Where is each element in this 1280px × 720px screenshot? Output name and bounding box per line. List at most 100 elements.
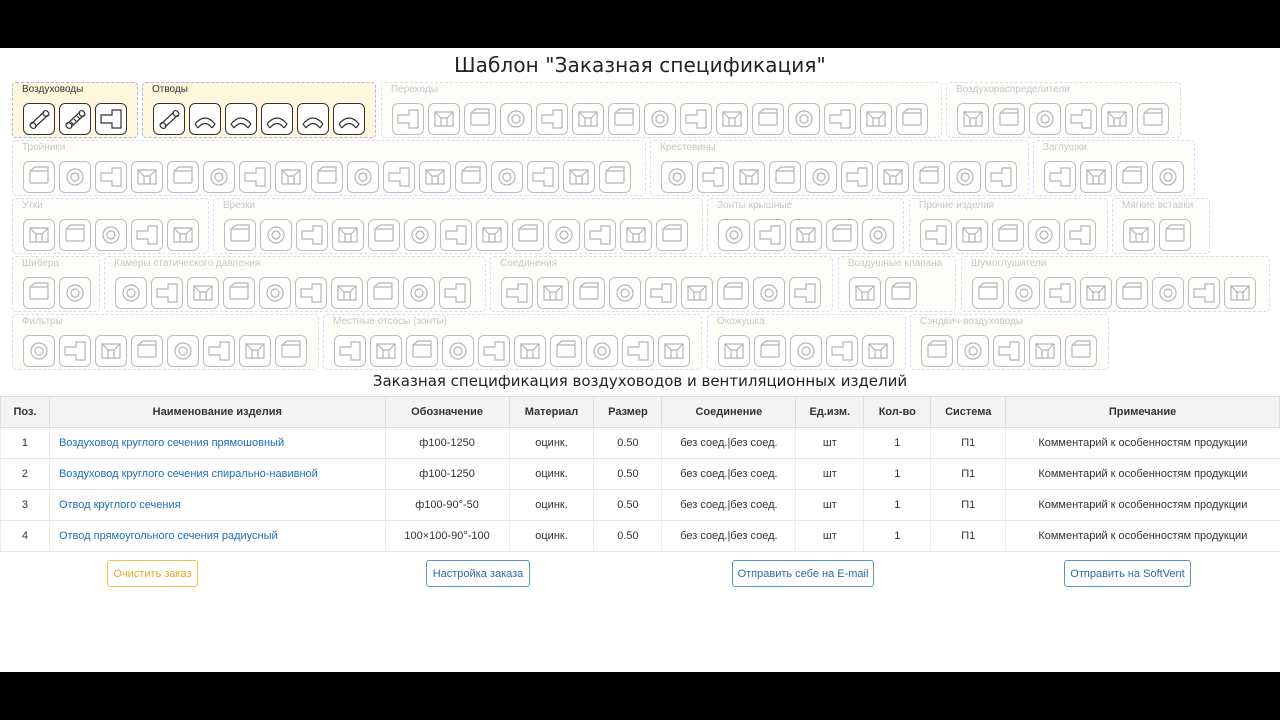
offset-icon[interactable] <box>95 219 127 251</box>
connector-icon[interactable] <box>501 277 533 309</box>
plenum-icon[interactable] <box>295 277 327 309</box>
tap-icon[interactable] <box>224 219 256 251</box>
silencer-icon[interactable] <box>972 277 1004 309</box>
misc-icon[interactable] <box>920 219 952 251</box>
tee-icon[interactable] <box>419 161 451 193</box>
hood-icon[interactable] <box>406 335 438 367</box>
sandwich-duct-icon[interactable] <box>1029 335 1061 367</box>
misc-icon[interactable] <box>956 219 988 251</box>
tee-icon[interactable] <box>131 161 163 193</box>
cross-icon[interactable] <box>841 161 873 193</box>
transition-icon[interactable] <box>608 103 640 135</box>
cross-icon[interactable] <box>733 161 765 193</box>
transition-icon[interactable] <box>644 103 676 135</box>
roof-cap-icon[interactable] <box>718 219 750 251</box>
transition-icon[interactable] <box>824 103 856 135</box>
silencer-icon[interactable] <box>1080 277 1112 309</box>
rect-duct-icon[interactable] <box>95 103 127 135</box>
col-header-material[interactable]: Материал <box>508 396 595 428</box>
connector-icon[interactable] <box>717 277 749 309</box>
cross-icon[interactable] <box>913 161 945 193</box>
plenum-icon[interactable] <box>115 277 147 309</box>
casing-icon[interactable] <box>826 335 858 367</box>
transition-icon[interactable] <box>752 103 784 135</box>
cap-icon[interactable] <box>1044 161 1076 193</box>
cell-name[interactable]: Отвод круглого сечения <box>48 489 386 521</box>
tap-icon[interactable] <box>404 219 436 251</box>
send-email-button[interactable]: Отправить себе на E-mail <box>732 560 874 587</box>
col-header-connection[interactable]: Соединение <box>661 396 797 428</box>
col-header-unit[interactable]: Ед.изм. <box>795 396 865 428</box>
transition-icon[interactable] <box>896 103 928 135</box>
col-header-note[interactable]: Примечание <box>1005 396 1280 428</box>
transition-icon[interactable] <box>536 103 568 135</box>
cross-icon[interactable] <box>769 161 801 193</box>
connector-icon[interactable] <box>789 277 821 309</box>
tap-icon[interactable] <box>656 219 688 251</box>
air-valve-icon[interactable] <box>885 277 917 309</box>
filter-icon[interactable] <box>275 335 307 367</box>
connector-icon[interactable] <box>681 277 713 309</box>
tee-icon[interactable] <box>275 161 307 193</box>
tap-icon[interactable] <box>512 219 544 251</box>
offset-icon[interactable] <box>167 219 199 251</box>
hood-icon[interactable] <box>442 335 474 367</box>
tap-icon[interactable] <box>476 219 508 251</box>
transition-icon[interactable] <box>428 103 460 135</box>
spiral-duct-icon[interactable] <box>59 103 91 135</box>
plenum-icon[interactable] <box>403 277 435 309</box>
filter-icon[interactable] <box>59 335 91 367</box>
tee-icon[interactable] <box>23 161 55 193</box>
silencer-icon[interactable] <box>1116 277 1148 309</box>
filter-icon[interactable] <box>23 335 55 367</box>
cross-icon[interactable] <box>661 161 693 193</box>
diffuser-icon[interactable] <box>957 103 989 135</box>
hood-icon[interactable] <box>514 335 546 367</box>
tee-icon[interactable] <box>59 161 91 193</box>
connector-icon[interactable] <box>573 277 605 309</box>
round-straight-duct-icon[interactable] <box>23 103 55 135</box>
tee-icon[interactable] <box>203 161 235 193</box>
transition-icon[interactable] <box>572 103 604 135</box>
tap-icon[interactable] <box>584 219 616 251</box>
cell-name[interactable]: Воздуховод круглого сечения прямошовный <box>48 427 386 459</box>
filter-icon[interactable] <box>131 335 163 367</box>
sandwich-duct-icon[interactable] <box>957 335 989 367</box>
casing-icon[interactable] <box>754 335 786 367</box>
col-header-name[interactable]: Наименование изделия <box>48 396 386 428</box>
roof-cap-icon[interactable] <box>790 219 822 251</box>
clear-order-button[interactable]: Очистить заказ <box>107 560 198 587</box>
round-bend-icon[interactable] <box>153 103 185 135</box>
tee-icon[interactable] <box>383 161 415 193</box>
hood-icon[interactable] <box>550 335 582 367</box>
air-valve-icon[interactable] <box>849 277 881 309</box>
hood-icon[interactable] <box>622 335 654 367</box>
plenum-icon[interactable] <box>331 277 363 309</box>
roof-cap-icon[interactable] <box>754 219 786 251</box>
plenum-icon[interactable] <box>439 277 471 309</box>
tee-icon[interactable] <box>599 161 631 193</box>
tap-icon[interactable] <box>368 219 400 251</box>
tee-icon[interactable] <box>167 161 199 193</box>
tee-icon[interactable] <box>563 161 595 193</box>
cap-icon[interactable] <box>1152 161 1184 193</box>
filter-icon[interactable] <box>95 335 127 367</box>
cell-name[interactable]: Отвод прямоугольного сечения радиусный <box>48 520 386 552</box>
table-row[interactable]: 2 Воздуховод круглого сечения спирально-н… <box>0 458 1280 490</box>
silencer-icon[interactable] <box>1044 277 1076 309</box>
transition-icon[interactable] <box>392 103 424 135</box>
tap-icon[interactable] <box>440 219 472 251</box>
sandwich-duct-icon[interactable] <box>1065 335 1097 367</box>
cross-icon[interactable] <box>697 161 729 193</box>
misc-icon[interactable] <box>992 219 1024 251</box>
rect-radius-bend-icon[interactable] <box>297 103 329 135</box>
rect-bend-icon[interactable] <box>225 103 257 135</box>
tap-icon[interactable] <box>548 219 580 251</box>
filter-icon[interactable] <box>167 335 199 367</box>
filter-icon[interactable] <box>203 335 235 367</box>
offset-icon[interactable] <box>23 219 55 251</box>
silencer-icon[interactable] <box>1188 277 1220 309</box>
misc-icon[interactable] <box>1028 219 1060 251</box>
sandwich-duct-icon[interactable] <box>993 335 1025 367</box>
flex-connector-icon[interactable] <box>1159 219 1191 251</box>
